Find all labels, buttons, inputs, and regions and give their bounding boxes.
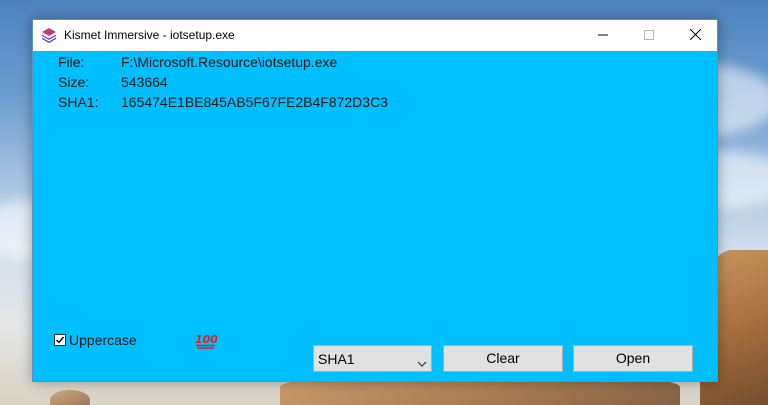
select-value: SHA1 xyxy=(318,351,355,367)
minimize-button[interactable] xyxy=(580,20,626,51)
size-value: 543664 xyxy=(121,74,168,90)
close-icon xyxy=(689,27,701,45)
window-title: Kismet Immersive - iotsetup.exe xyxy=(64,28,235,42)
minimize-icon xyxy=(598,27,608,45)
file-label: File: xyxy=(58,54,85,70)
checkbox-box[interactable] xyxy=(54,334,66,346)
client-area: File: F:\Microsoft.Resource\iotsetup.exe… xyxy=(33,51,717,381)
checkmark-icon xyxy=(56,336,65,344)
close-button[interactable] xyxy=(672,20,718,51)
maximize-button[interactable] xyxy=(626,20,672,51)
hash-label: SHA1: xyxy=(58,94,99,110)
open-button[interactable]: Open xyxy=(573,345,693,372)
hash-algorithm-select[interactable]: SHA1 xyxy=(313,345,432,372)
size-label: Size: xyxy=(58,74,90,90)
kismet-stack-icon xyxy=(41,27,57,43)
uppercase-label[interactable]: Uppercase xyxy=(69,332,137,348)
svg-text:100: 100 xyxy=(195,333,217,346)
chevron-down-icon xyxy=(417,355,427,373)
maximize-icon xyxy=(644,27,654,45)
hash-value: 165474E1BE845AB5F67FE2B4F872D3C3 xyxy=(121,94,388,110)
clear-button[interactable]: Clear xyxy=(443,345,563,372)
file-path-value: F:\Microsoft.Resource\iotsetup.exe xyxy=(121,54,338,70)
uppercase-checkbox[interactable]: Uppercase xyxy=(54,331,137,349)
hundred-points-icon: 100 xyxy=(195,331,218,349)
title-bar[interactable]: Kismet Immersive - iotsetup.exe xyxy=(33,20,717,51)
app-window: Kismet Immersive - iotsetup.exe File: F:… xyxy=(32,19,718,382)
